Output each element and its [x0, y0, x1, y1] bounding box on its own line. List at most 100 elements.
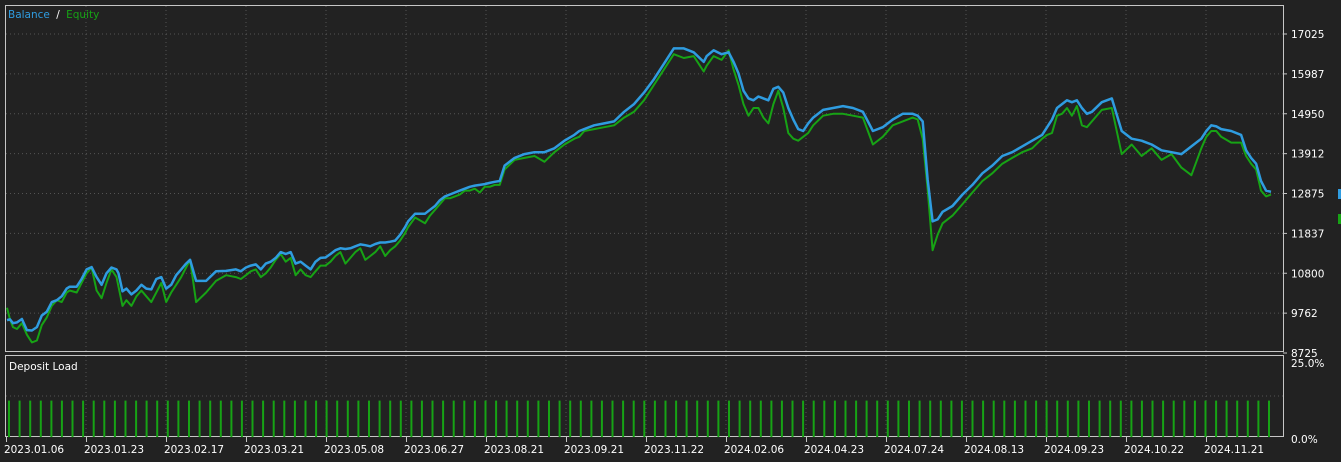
deposit-load-bar: [156, 400, 159, 438]
deposit-load-bar: [1236, 400, 1239, 438]
x-tick-label: 2023.08.21: [484, 444, 544, 456]
deposit-load-bar: [505, 400, 508, 438]
deposit-load-bar: [315, 400, 318, 438]
deposit-load-bar: [60, 400, 63, 438]
deposit-load-bar: [770, 400, 773, 438]
deposit-load-bar: [590, 400, 593, 438]
deposit-load-bar: [145, 400, 148, 438]
deposit-load-bar: [569, 400, 572, 438]
deposit-load-bar: [886, 400, 889, 438]
deposit-load-bar: [1225, 400, 1228, 438]
deposit-load-bar: [420, 400, 423, 438]
y-tick-label: 14950: [1291, 109, 1324, 121]
deposit-load-bar: [230, 400, 233, 438]
legend-equity-label: Equity: [66, 9, 99, 21]
deposit-load-bar: [135, 400, 138, 438]
deposit-load-bar: [537, 400, 540, 438]
deposit-load-bar: [1109, 400, 1112, 438]
x-tick-label: 2023.02.17: [164, 444, 224, 456]
legend-separator: /: [56, 9, 60, 21]
deposit-load-bar: [1172, 400, 1175, 438]
deposit-load-bar: [1130, 400, 1133, 438]
deposit-load-bar: [1268, 400, 1270, 438]
deposit-load-bar: [1246, 400, 1249, 438]
deposit-load-bar: [950, 400, 953, 438]
deposit-load-bar: [833, 400, 836, 438]
deposit-load-bar: [1151, 400, 1154, 438]
deposit-load-bar: [738, 400, 741, 438]
deposit-load-bar: [431, 400, 434, 438]
strategy-tester-graph: 1702515987149501391212875118371080097628…: [0, 0, 1341, 462]
deposit-load-bar: [706, 400, 709, 438]
deposit-load-bar: [484, 400, 487, 438]
deposit-load-bar: [1088, 400, 1090, 438]
deposit-load-bar: [495, 400, 498, 438]
deposit-load-max-label: 25.0%: [1291, 358, 1324, 370]
deposit-load-bar: [717, 400, 720, 438]
deposit-load-bar: [653, 400, 656, 438]
deposit-load-bar: [728, 400, 730, 438]
deposit-load-bar: [558, 400, 561, 438]
deposit-load-bar: [1045, 400, 1048, 438]
x-tick-label: 2024.04.23: [804, 444, 864, 456]
deposit-load-bar: [1003, 400, 1006, 438]
deposit-load-bar: [304, 400, 307, 438]
deposit-load-bar: [124, 400, 127, 438]
deposit-load-bar: [812, 400, 815, 438]
deposit-load-bar: [685, 400, 688, 438]
deposit-load-bar: [675, 400, 678, 438]
x-tick-label: 2024.08.13: [964, 444, 1024, 456]
deposit-load-bar: [166, 400, 169, 438]
deposit-load-bar: [92, 400, 95, 438]
y-tick-label: 11837: [1291, 228, 1324, 240]
deposit-load-bar: [1204, 400, 1207, 438]
deposit-load-bar: [336, 400, 339, 438]
x-tick-label: 2023.06.27: [404, 444, 464, 456]
deposit-load-bar: [177, 400, 180, 438]
deposit-load-bar: [251, 400, 254, 438]
y-tick-label: 10800: [1291, 268, 1324, 280]
deposit-load-bar: [802, 400, 805, 438]
deposit-load-bar: [749, 400, 752, 438]
deposit-load-bar: [1183, 400, 1186, 438]
deposit-load-bar: [1035, 400, 1038, 438]
x-tick-label: 2024.02.06: [724, 444, 784, 456]
deposit-load-bar: [516, 400, 519, 438]
x-tick-label: 2023.01.23: [84, 444, 144, 456]
deposit-load-bar: [696, 400, 699, 438]
legend-balance-label: Balance: [8, 9, 50, 21]
deposit-load-bar: [908, 400, 910, 438]
deposit-load-min-label: 0.0%: [1291, 434, 1318, 446]
deposit-load-bar: [452, 400, 455, 438]
deposit-load-bar: [526, 400, 529, 438]
deposit-load-bar: [992, 400, 995, 438]
deposit-load-bar: [71, 400, 74, 438]
deposit-load-bar: [240, 400, 243, 438]
deposit-load-bar: [198, 400, 201, 438]
x-tick-label: 2023.09.21: [564, 444, 624, 456]
deposit-load-bar: [293, 400, 296, 438]
deposit-load-bar: [1077, 400, 1080, 438]
x-tick-label: 2024.10.22: [1124, 444, 1184, 456]
deposit-load-bar: [1024, 400, 1027, 438]
deposit-load-bar: [664, 400, 667, 438]
x-tick-label: 2024.07.24: [884, 444, 944, 456]
deposit-load-bar: [39, 400, 42, 438]
deposit-load-bar: [643, 400, 646, 438]
x-tick-label: 2023.01.06: [4, 444, 64, 456]
deposit-load-bar: [1257, 400, 1260, 438]
deposit-load-bar: [1215, 400, 1218, 438]
deposit-load-title: Deposit Load: [9, 361, 78, 373]
deposit-load-bar: [960, 400, 963, 438]
y-tick-label: 9762: [1291, 308, 1318, 320]
x-tick-label: 2024.09.23: [1044, 444, 1104, 456]
x-tick-label: 2023.03.21: [244, 444, 304, 456]
deposit-load-bar: [1066, 400, 1069, 438]
deposit-load-bar: [823, 400, 826, 438]
deposit-load-bar: [325, 400, 328, 438]
deposit-load-bar: [1193, 400, 1196, 438]
deposit-load-bar: [29, 400, 32, 438]
x-tick-label: 2023.05.08: [324, 444, 384, 456]
deposit-load-bar: [876, 400, 879, 438]
deposit-load-bar: [759, 400, 762, 438]
